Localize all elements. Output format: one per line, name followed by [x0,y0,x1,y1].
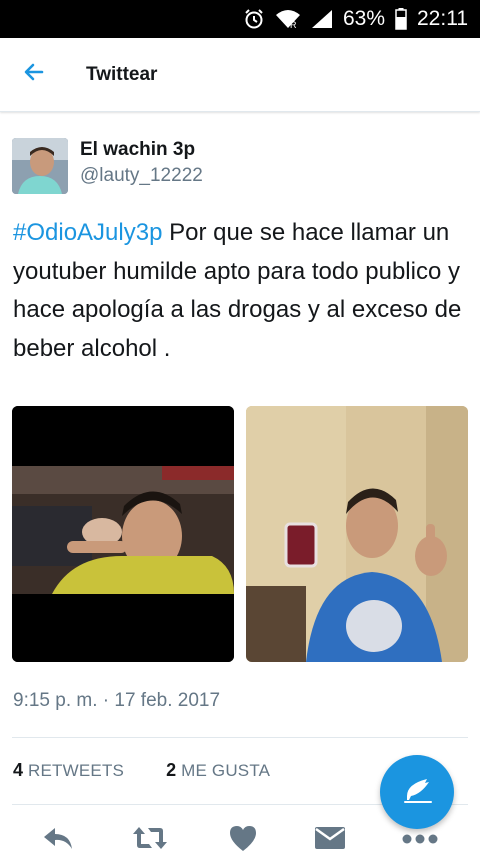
retweet-button[interactable] [125,820,175,854]
wifi-icon: R [275,9,301,29]
compose-tweet-icon [401,774,433,811]
reply-button[interactable] [33,820,83,854]
retweets-stat[interactable]: 4 RETWEETS [13,760,124,781]
more-icon [402,831,438,849]
avatar[interactable] [12,138,68,194]
tweet-photo-2[interactable] [246,406,468,662]
heart-icon [228,824,258,854]
app-header: Twittear [0,38,480,112]
hashtag-link[interactable]: #OdioAJuly3p [13,219,162,246]
tweet-text: #OdioAJuly3p Por que se hace llamar un y… [13,214,471,368]
tweet-author[interactable]: El wachin 3p @lauty_12222 [12,138,203,194]
battery-percent: 63% [342,7,385,30]
author-name[interactable]: El wachin 3p [80,139,203,161]
battery-icon [395,8,407,30]
clock: 22:11 [417,7,468,30]
back-button[interactable] [4,38,64,112]
author-handle[interactable]: @lauty_12222 [80,161,203,191]
likes-label: ME GUSTA [181,761,271,780]
direct-message-button[interactable] [305,820,355,854]
direct-message-icon [314,826,346,854]
tweet-photo-1[interactable] [12,406,234,662]
retweets-count: 4 [13,760,24,780]
like-button[interactable] [218,820,268,854]
retweets-label: RETWEETS [28,761,125,780]
reply-icon [42,825,74,854]
tweet-timestamp: 9:15 p. m. · 17 feb. 2017 [13,690,221,711]
likes-count: 2 [166,760,177,780]
status-bar: R 63% 22:11 [0,0,480,38]
likes-stat[interactable]: 2 ME GUSTA [166,760,270,781]
retweet-icon [132,825,168,854]
compose-tweet-button[interactable] [380,755,454,829]
svg-text:R: R [290,20,297,29]
tweet-stats: 4 RETWEETS 2 ME GUSTA [13,760,270,781]
arrow-left-icon [22,60,46,89]
divider [12,737,468,738]
page-title: Twittear [86,63,158,85]
alarm-icon [243,8,265,30]
signal-icon [311,9,333,29]
